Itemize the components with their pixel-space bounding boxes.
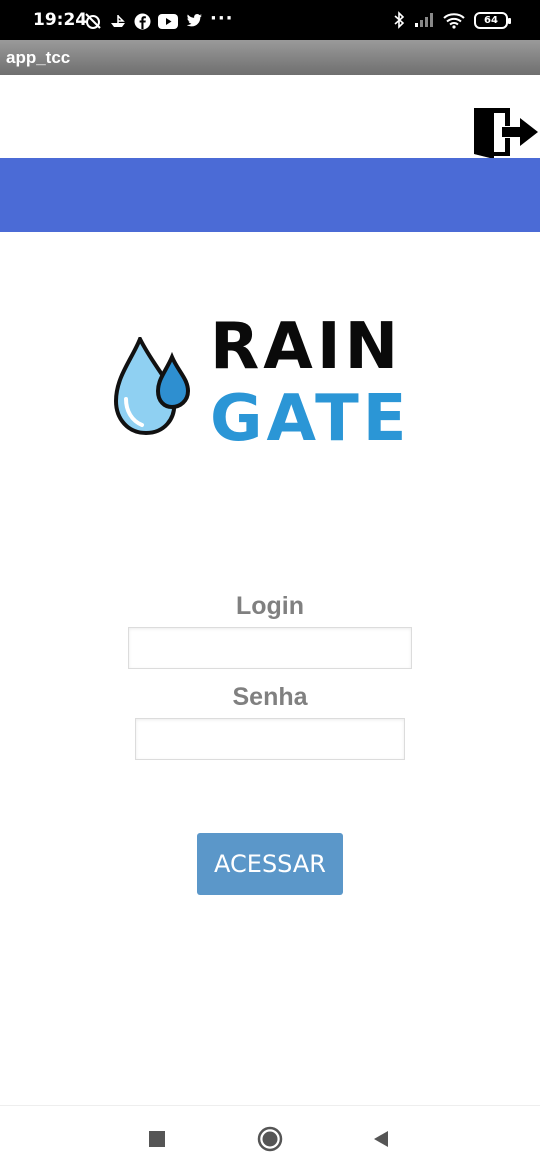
more-notifications-icon: ··· [210, 8, 234, 29]
status-notification-icons [84, 12, 203, 30]
raingate-logo: RAIN GATE [110, 315, 406, 465]
signal-icon [415, 13, 433, 27]
square-icon [149, 1131, 165, 1147]
logout-button[interactable] [472, 104, 540, 160]
triangle-back-icon [374, 1131, 388, 1147]
password-input[interactable] [135, 718, 405, 760]
status-system-icons: 64 [393, 11, 511, 29]
bluetooth-icon [394, 11, 405, 29]
recents-button[interactable] [142, 1124, 172, 1154]
home-button[interactable] [255, 1124, 285, 1154]
login-label: Login [235, 592, 305, 620]
facebook-icon [134, 13, 151, 29]
status-bar: 19:24 ··· 64 [0, 0, 540, 40]
password-label: Senha [232, 683, 308, 711]
app-title-bar: app_tcc [0, 40, 540, 75]
app-title: app_tcc [6, 48, 71, 67]
header-band [0, 158, 540, 232]
water-drops-icon [113, 337, 191, 436]
alarm-off-icon [85, 13, 101, 29]
status-time: 19:24 [33, 10, 88, 30]
boat-icon [111, 15, 125, 27]
navigation-bar [0, 1105, 540, 1170]
battery-level: 64 [484, 14, 498, 26]
submit-button[interactable]: ACESSAR [197, 833, 343, 895]
youtube-icon [158, 13, 178, 29]
circle-icon [257, 1126, 283, 1152]
logout-door-icon [474, 108, 538, 159]
logo-word-rain: RAIN [210, 310, 403, 384]
wifi-icon [443, 12, 465, 29]
logo-word-gate: GATE [210, 382, 411, 456]
twitter-icon [186, 14, 202, 27]
login-input[interactable] [128, 627, 412, 669]
battery-icon: 64 [474, 11, 511, 29]
back-button[interactable] [366, 1124, 396, 1154]
